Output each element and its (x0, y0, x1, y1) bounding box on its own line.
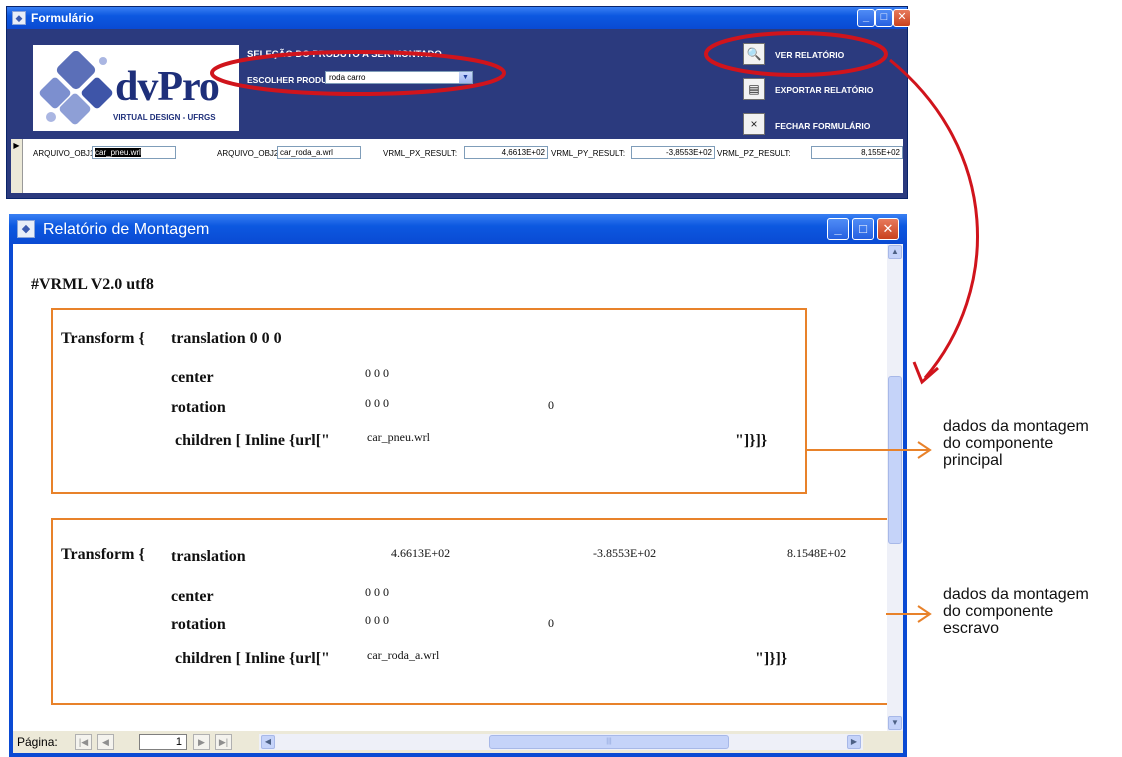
view-report-highlight (704, 31, 888, 77)
annotation-escravo-line: escravo (943, 620, 1000, 637)
annotation-principal: dados da montagem do componente principa… (943, 418, 1089, 469)
annotation-principal-line: principal (943, 452, 1003, 469)
annotation-principal-line: do componente (943, 435, 1054, 452)
annotation-escravo-line: dados da montagem (943, 586, 1089, 603)
annotation-escravo: dados da montagem do componente escravo (943, 586, 1089, 637)
annotation-escravo-line: do componente (943, 603, 1054, 620)
product-select-highlight (210, 50, 506, 96)
annotation-principal-line: dados da montagem (943, 418, 1089, 435)
annotation-overlay (210, 31, 979, 623)
connector-arrow (889, 58, 979, 379)
